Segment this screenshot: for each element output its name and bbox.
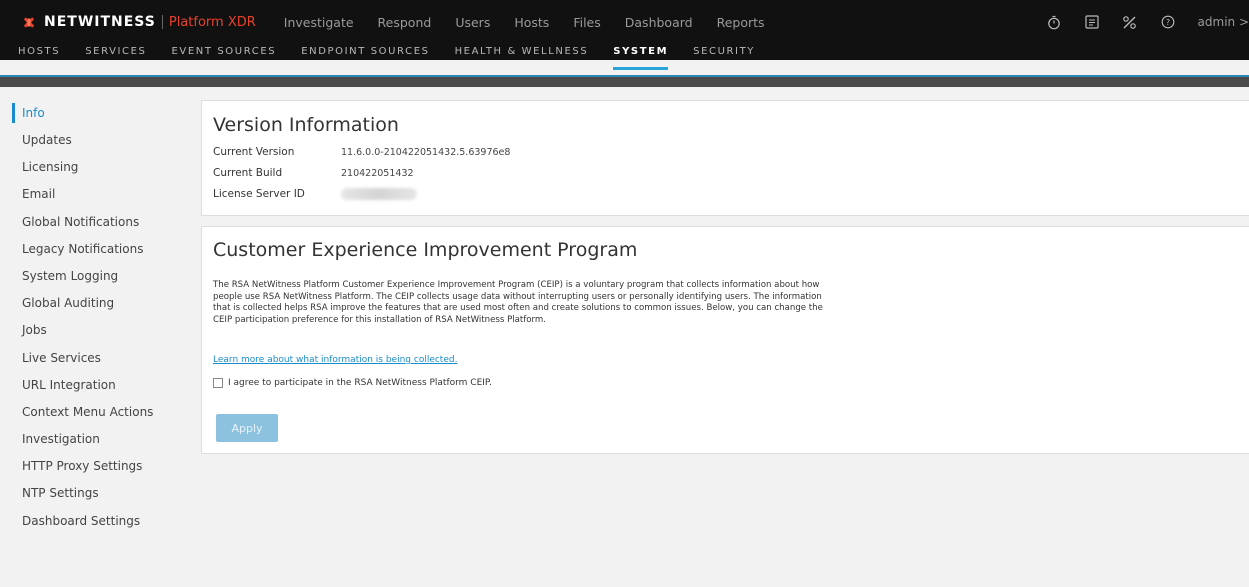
current-build-label: Current Build: [213, 167, 283, 179]
sidebar-item-legacy-notifications[interactable]: Legacy Notifications: [12, 236, 192, 263]
sidebar-item-licensing[interactable]: Licensing: [12, 154, 192, 181]
brand-separator: [161, 15, 163, 29]
nav-users[interactable]: Users: [455, 15, 490, 30]
ceip-agree-option[interactable]: I agree to participate in the RSA NetWit…: [213, 378, 492, 388]
sidebar-item-url-integration[interactable]: URL Integration: [12, 372, 192, 399]
stopwatch-icon[interactable]: [1046, 14, 1062, 30]
netwitness-logo-icon: [18, 14, 40, 30]
tasks-icon[interactable]: [1084, 14, 1100, 30]
top-bar: NETWITNESS Platform XDR Investigate Resp…: [0, 0, 1249, 70]
ceip-agree-label: I agree to participate in the RSA NetWit…: [228, 378, 492, 388]
current-build-row: Current Build 210422051432: [213, 167, 414, 180]
tab-security[interactable]: SECURITY: [693, 45, 755, 75]
nav-investigate[interactable]: Investigate: [284, 15, 354, 30]
current-build-value: 210422051432: [341, 168, 414, 179]
sidebar-item-context-menu-actions[interactable]: Context Menu Actions: [12, 399, 192, 426]
nav-hosts[interactable]: Hosts: [514, 15, 549, 30]
sidebar-item-investigation[interactable]: Investigation: [12, 426, 192, 453]
admin-subnav: HOSTS SERVICES EVENT SOURCES ENDPOINT SO…: [0, 45, 1249, 75]
tab-system[interactable]: SYSTEM: [613, 45, 668, 75]
license-server-id-redacted: [341, 188, 417, 200]
apply-button[interactable]: Apply: [216, 414, 278, 442]
brand-product: Platform XDR: [168, 14, 256, 30]
tab-hosts[interactable]: HOSTS: [18, 45, 60, 75]
sidebar-item-info[interactable]: Info: [12, 103, 192, 123]
current-version-label: Current Version: [213, 146, 295, 158]
help-icon[interactable]: ?: [1160, 14, 1176, 30]
ceip-description: The RSA NetWitness Platform Customer Exp…: [213, 280, 823, 325]
brand-name: NETWITNESS: [44, 14, 156, 30]
sidebar-item-global-auditing[interactable]: Global Auditing: [12, 290, 192, 317]
license-server-id-row: License Server ID: [213, 188, 417, 200]
nav-dashboard[interactable]: Dashboard: [625, 15, 693, 30]
sidebar-item-http-proxy-settings[interactable]: HTTP Proxy Settings: [12, 453, 192, 480]
current-version-row: Current Version 11.6.0.0-210422051432.5.…: [213, 146, 510, 159]
sidebar-item-system-logging[interactable]: System Logging: [12, 263, 192, 290]
admin-tools-icon[interactable]: [1122, 14, 1138, 30]
main-navigation: NETWITNESS Platform XDR Investigate Resp…: [0, 8, 1249, 36]
ceip-title: Customer Experience Improvement Program: [213, 239, 638, 261]
sidebar-item-email[interactable]: Email: [12, 181, 192, 208]
nav-reports[interactable]: Reports: [717, 15, 765, 30]
tab-services[interactable]: SERVICES: [85, 45, 146, 75]
system-sidebar: Info Updates Licensing Email Global Noti…: [12, 100, 192, 535]
sidebar-item-global-notifications[interactable]: Global Notifications: [12, 209, 192, 236]
current-version-value: 11.6.0.0-210422051432.5.63976e8: [341, 147, 511, 158]
version-information-title: Version Information: [213, 114, 399, 136]
sidebar-item-jobs[interactable]: Jobs: [12, 317, 192, 344]
license-server-id-label: License Server ID: [213, 188, 305, 200]
svg-text:?: ?: [1165, 18, 1169, 27]
user-menu[interactable]: admin >: [1198, 15, 1249, 29]
sidebar-item-dashboard-settings[interactable]: Dashboard Settings: [12, 508, 192, 535]
nav-respond[interactable]: Respond: [378, 15, 432, 30]
ceip-agree-checkbox[interactable]: [213, 378, 223, 388]
tab-event-sources[interactable]: EVENT SOURCES: [172, 45, 277, 75]
toolbar: ? admin >: [1024, 8, 1249, 36]
ceip-panel: Customer Experience Improvement Program …: [201, 226, 1249, 454]
brand-logo[interactable]: NETWITNESS Platform XDR: [18, 14, 256, 30]
sidebar-item-live-services[interactable]: Live Services: [12, 345, 192, 372]
tab-endpoint-sources[interactable]: ENDPOINT SOURCES: [301, 45, 429, 75]
sidebar-item-updates[interactable]: Updates: [12, 127, 192, 154]
header-band: [0, 77, 1249, 87]
learn-more-link[interactable]: Learn more about what information is bei…: [213, 355, 457, 365]
version-information-panel: Version Information Current Version 11.6…: [201, 100, 1249, 216]
sidebar-item-ntp-settings[interactable]: NTP Settings: [12, 480, 192, 507]
nav-files[interactable]: Files: [573, 15, 600, 30]
tab-health-wellness[interactable]: HEALTH & WELLNESS: [455, 45, 589, 75]
